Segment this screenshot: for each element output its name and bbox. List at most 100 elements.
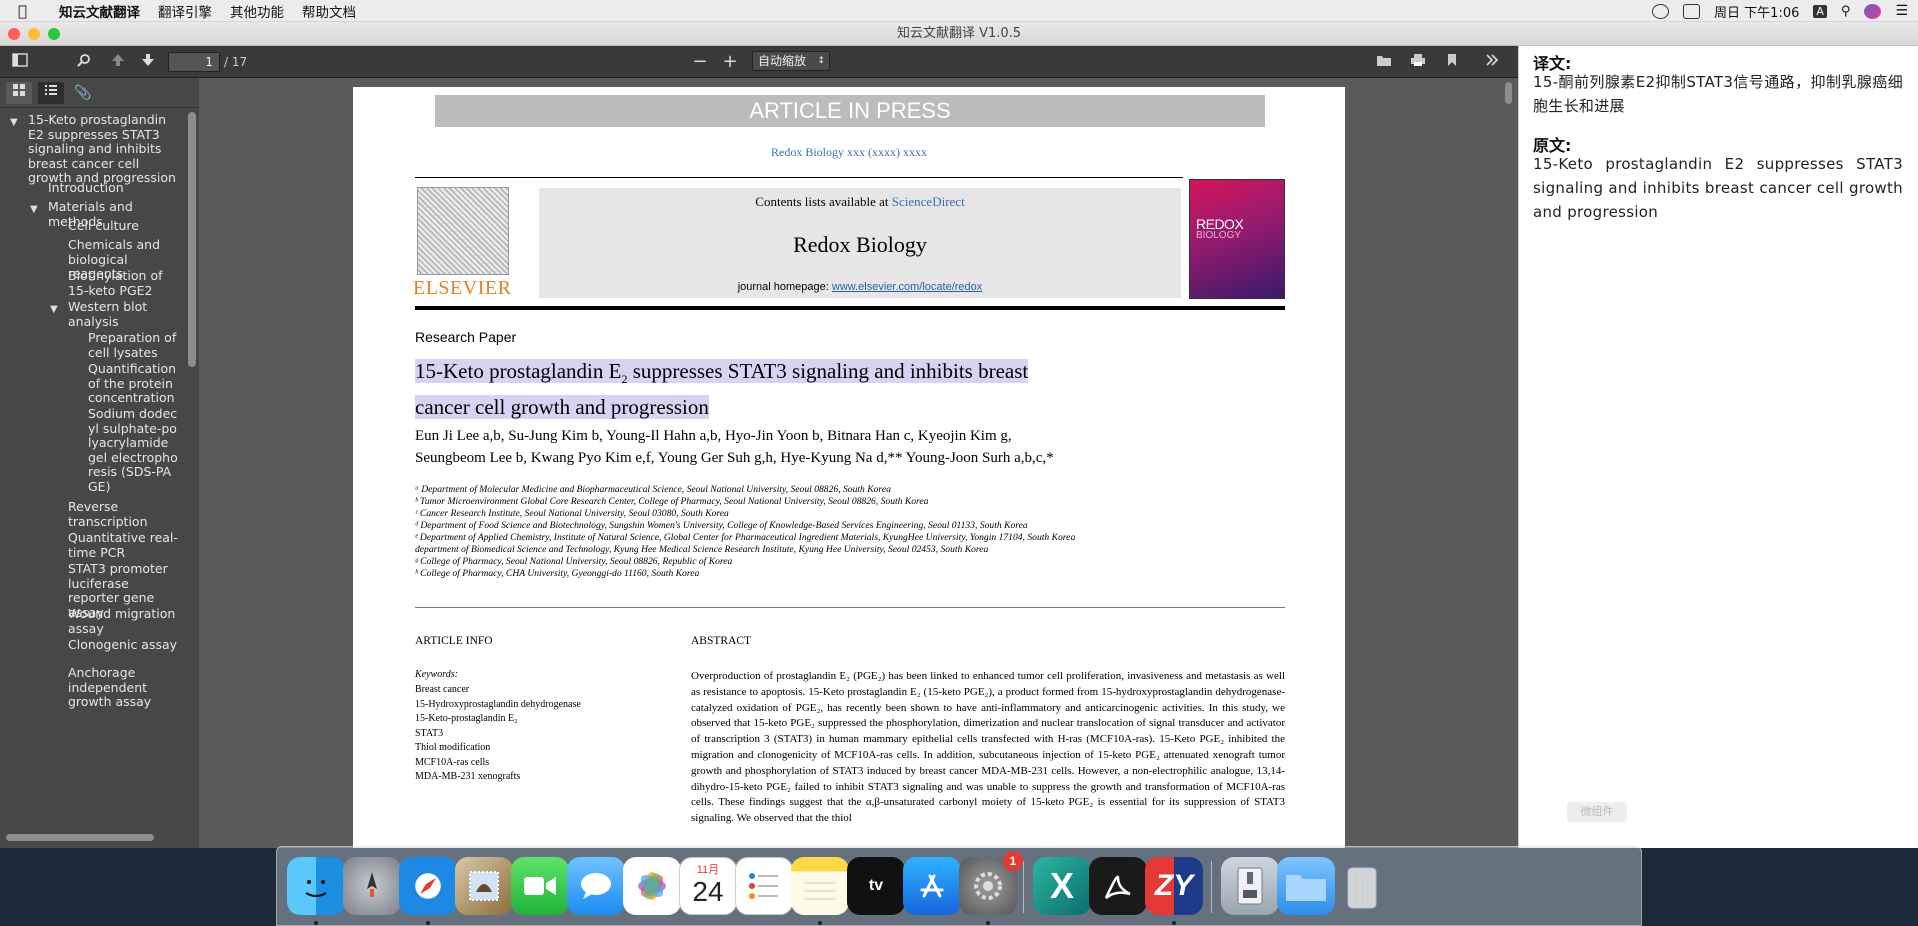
outline-tab[interactable] <box>38 82 64 104</box>
collapse-triangle-icon[interactable]: ▼ <box>10 116 18 131</box>
photos-icon[interactable] <box>623 857 681 915</box>
zoom-in-button[interactable]: + <box>720 52 740 72</box>
open-file-button[interactable] <box>1372 52 1396 72</box>
journal-cover-image: REDOX BIOLOGY <box>1189 179 1285 299</box>
collapse-triangle-icon[interactable]: ▼ <box>50 303 58 318</box>
dock: 11月 24 tv 1 X ZY <box>276 846 1642 926</box>
thumbnails-tab[interactable] <box>6 82 32 104</box>
outline-item-cell-lysates[interactable]: Preparation of cell lysates <box>88 330 180 360</box>
menu-app-name[interactable]: 知云文献翻译 <box>50 1 149 21</box>
contents-available-line: Contents lists available at ScienceDirec… <box>539 194 1181 210</box>
outline-item-title[interactable]: 15-Keto prostaglandin E2 suppresses STAT… <box>28 112 180 186</box>
notification-badge: 1 <box>1003 851 1023 871</box>
outline-item-qpcr[interactable]: Quantitative real-time PCR <box>68 530 180 560</box>
clock[interactable]: 周日 下午1:06 <box>1714 2 1799 21</box>
menu-help-docs[interactable]: 帮助文档 <box>293 1 365 21</box>
document-viewer[interactable]: ARTICLE IN PRESS Redox Biology xxx (xxxx… <box>199 78 1518 848</box>
apple-icon[interactable]:  <box>18 3 38 19</box>
launchpad-icon[interactable] <box>343 857 401 915</box>
viewer-scrollbar[interactable] <box>1505 82 1512 104</box>
finder-icon[interactable] <box>287 857 345 915</box>
outline-item-western-blot[interactable]: Western blot analysis <box>68 299 168 329</box>
menu-other-functions[interactable]: 其他功能 <box>221 1 293 21</box>
affiliation: ᵍ College of Pharmacy, Seoul National Un… <box>415 556 733 567</box>
sciencedirect-link[interactable]: ScienceDirect <box>892 194 965 209</box>
trash-icon[interactable] <box>1333 857 1391 915</box>
collapse-triangle-icon[interactable]: ▼ <box>30 203 38 218</box>
page-number-input[interactable]: 1 <box>168 52 220 72</box>
system-preferences-icon[interactable]: 1 <box>959 851 1023 915</box>
dock-separator <box>1211 861 1212 913</box>
article-in-press-banner: ARTICLE IN PRESS <box>435 95 1265 127</box>
sidebar-scrollbar[interactable] <box>188 112 196 367</box>
outline-item-sds-page[interactable]: Sodium dodecyl sulphate-polyacrylamide g… <box>88 406 180 494</box>
homepage-prefix: journal homepage: <box>737 281 832 293</box>
elsevier-logo: ELSEVIER <box>413 187 513 299</box>
keyword: 15-Keto-prostaglandin E₂ <box>415 713 518 724</box>
tv-label: tv <box>868 877 884 894</box>
sync-icon[interactable] <box>1652 3 1670 19</box>
xmind-icon[interactable]: X <box>1033 857 1091 915</box>
menubar-status-area: 周日 下午1:06 A ⚲ ☰ <box>1652 0 1908 22</box>
outline-item-cell-culture[interactable]: Cell culture <box>68 218 180 234</box>
abstract-heading: ABSTRACT <box>691 635 752 647</box>
menu-translation-engine[interactable]: 翻译引擎 <box>149 1 221 21</box>
source-text[interactable]: 15-Keto prostaglandin E2 suppresses STAT… <box>1533 152 1903 224</box>
apple-tv-icon[interactable]: tv <box>847 857 905 915</box>
close-window-button[interactable] <box>8 28 20 40</box>
acrobat-icon[interactable] <box>1089 857 1147 915</box>
sidebar-horizontal-scrollbar[interactable] <box>6 834 154 841</box>
outline-item-anchorage[interactable]: Anchorage independent growth assay <box>68 665 180 710</box>
window-titlebar: 知云文献翻译 V1.0.5 <box>0 22 1918 46</box>
running-indicator <box>818 921 822 925</box>
siri-icon[interactable] <box>1864 3 1882 19</box>
reminders-icon[interactable] <box>735 857 793 915</box>
archive-utility-icon[interactable] <box>1221 857 1279 915</box>
outline-item-protein-quantification[interactable]: Quantification of the protein concentrat… <box>88 361 180 406</box>
outline-item-reverse-transcription[interactable]: Reverse transcription <box>68 499 180 529</box>
keyword: MDA-MB-231 xenografts <box>415 771 521 782</box>
attachments-tab[interactable]: 📎 <box>70 82 96 104</box>
zhiyun-translate-icon[interactable]: ZY <box>1145 857 1203 915</box>
mail-stamp-icon[interactable] <box>455 857 513 915</box>
bookmark-button[interactable] <box>1440 52 1464 72</box>
input-method-indicator[interactable]: A <box>1813 4 1827 18</box>
control-center-icon[interactable]: ☰ <box>1895 3 1908 19</box>
journal-reference[interactable]: Redox Biology xxx (xxxx) xxxx <box>353 145 1345 160</box>
folder-icon[interactable] <box>1277 857 1335 915</box>
notes-icon[interactable] <box>791 857 849 915</box>
authors-line-1: Eun Ji Lee a,b, Su-Jung Kim b, Young-Il … <box>415 428 1012 444</box>
display-icon[interactable] <box>1683 3 1701 19</box>
toggle-sidebar-button[interactable] <box>8 52 32 72</box>
zoom-select[interactable]: 自动缩放 ↕ <box>752 51 830 71</box>
outline-item-wound-migration[interactable]: Wound migration assay <box>68 606 180 636</box>
app-store-icon[interactable] <box>903 857 961 915</box>
translation-text[interactable]: 15-酮前列腺素E2抑制STAT3信号通路，抑制乳腺癌细胞生长和进展 <box>1533 70 1903 118</box>
next-page-button[interactable] <box>136 52 160 72</box>
paper-title[interactable]: 15-Keto prostaglandin E2 suppresses STAT… <box>415 357 1135 421</box>
abstract-text[interactable]: Overproduction of prostaglandin E₂ (PGE₂… <box>691 669 1285 827</box>
affiliation: ᵇ Tumor Microenvironment Global Core Res… <box>415 496 929 507</box>
elsevier-tree-icon <box>417 187 509 275</box>
menubar:  知云文献翻译 翻译引擎 其他功能 帮助文档 周日 下午1:06 A ⚲ ☰ <box>0 0 1918 22</box>
minimize-window-button[interactable] <box>28 28 40 40</box>
print-button[interactable] <box>1406 52 1430 72</box>
facetime-icon[interactable] <box>511 857 569 915</box>
keyword: STAT3 <box>415 727 444 739</box>
previous-page-button[interactable] <box>106 52 130 72</box>
zoom-window-button[interactable] <box>48 28 60 40</box>
author-list: Eun Ji Lee a,b, Su-Jung Kim b, Young-Il … <box>415 425 1295 469</box>
zoom-out-button[interactable]: − <box>690 52 710 72</box>
messages-icon[interactable] <box>567 857 625 915</box>
spotlight-search-icon[interactable]: ⚲ <box>1841 4 1851 19</box>
outline-item-biotinylation[interactable]: Biotinylation of 15-keto PGE2 <box>68 268 180 298</box>
journal-homepage-line: journal homepage: www.elsevier.com/locat… <box>539 281 1181 293</box>
homepage-link[interactable]: www.elsevier.com/locate/redox <box>832 281 982 293</box>
safari-icon[interactable] <box>399 857 457 915</box>
calendar-icon[interactable]: 11月 24 <box>679 857 737 915</box>
outline-item-introduction[interactable]: Introduction <box>48 180 180 196</box>
find-button[interactable] <box>72 52 96 72</box>
outline-item-clonogenic[interactable]: Clonogenic assay <box>68 637 180 653</box>
more-tools-button[interactable] <box>1480 52 1504 72</box>
affiliation: ᵈ Department of Food Science and Biotech… <box>415 520 1028 531</box>
